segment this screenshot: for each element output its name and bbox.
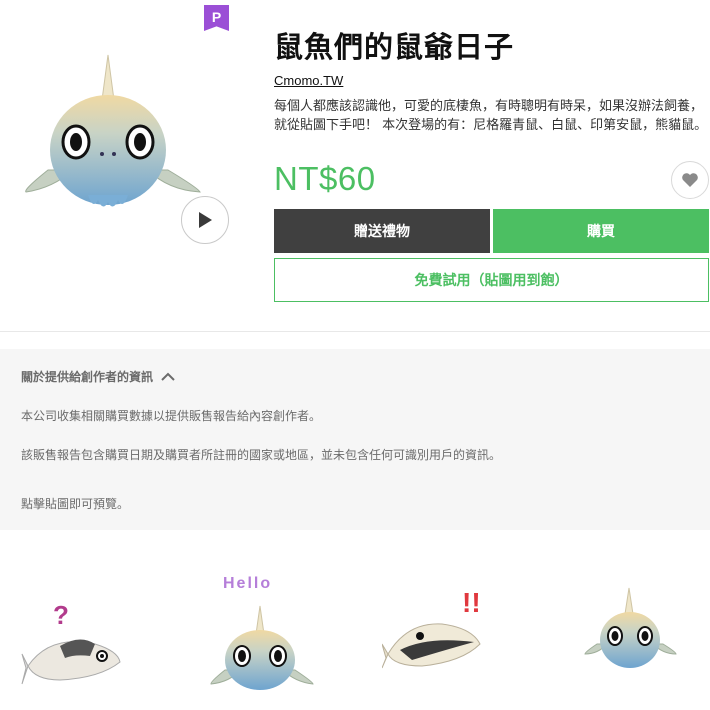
favorite-button[interactable] (671, 161, 709, 199)
play-icon (199, 212, 212, 228)
gift-button[interactable]: 贈送禮物 (274, 209, 490, 253)
creator-info-toggle[interactable]: 關於提供給創作者的資訊 (21, 368, 175, 385)
author-link[interactable]: Cmomo.TW (274, 73, 343, 88)
preview-hint: 點擊貼圖即可預覽。 (21, 497, 130, 511)
sticker-caption-3: !! (462, 587, 481, 618)
sticker-caption-2: Hello (223, 575, 272, 592)
creator-info-panel: 關於提供給創作者的資訊 本公司收集相關購買數據以提供販售報告給內容創作者。 該販… (0, 349, 710, 530)
sticker-thumbnail-2[interactable]: Hello (205, 572, 320, 697)
creator-info-line-1: 本公司收集相關購買數據以提供販售報告給內容創作者。 (21, 409, 322, 423)
creator-info-line-2: 該販售報告包含購買日期及購買者所註冊的國家或地區，並未包含任何可識別用戶的資訊。 (21, 448, 502, 462)
premium-badge: P (204, 5, 229, 31)
divider (0, 331, 710, 332)
chevron-up-icon (161, 372, 175, 382)
price: NT$60 (274, 160, 376, 197)
free-trial-button[interactable]: 免費試用（貼圖用到飽） (274, 258, 709, 302)
buy-button[interactable]: 購買 (493, 209, 709, 253)
heart-icon (682, 173, 698, 187)
creator-info-header: 關於提供給創作者的資訊 (21, 370, 154, 384)
main-sticker-image[interactable] (18, 50, 208, 220)
sticker-thumbnail-4[interactable] (583, 584, 678, 679)
sticker-caption-1: ? (53, 600, 69, 630)
page-title: 鼠魚們的鼠爺日子 (274, 30, 515, 64)
product-description: 每個人都應該認識他，可愛的底棲魚，有時聰明有時呆，如果沒辦法飼養，就從貼圖下手吧… (274, 99, 708, 133)
sticker-thumbnail-3[interactable]: !! (382, 584, 497, 679)
play-button[interactable] (181, 196, 229, 244)
sticker-thumbnail-1[interactable]: ? (20, 596, 130, 696)
